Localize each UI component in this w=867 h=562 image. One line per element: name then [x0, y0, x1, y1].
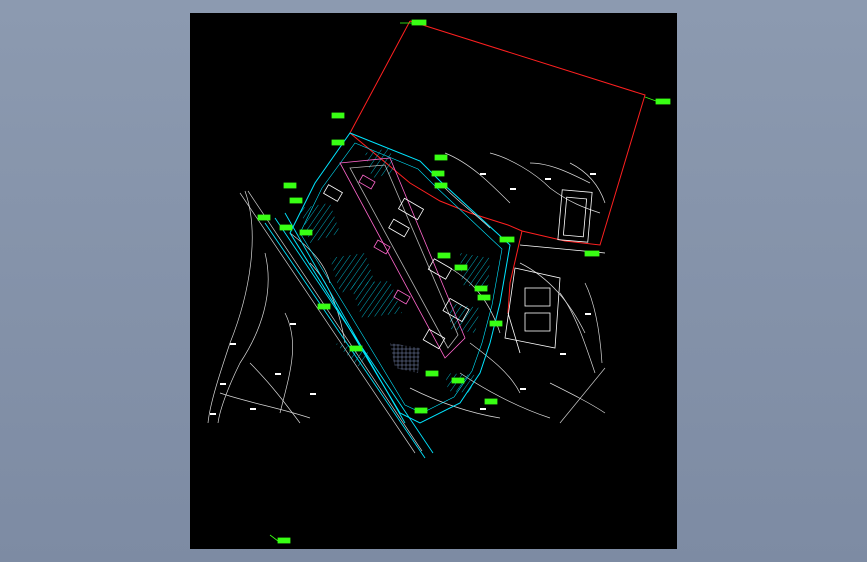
east-structures	[504, 189, 606, 354]
drawing-sheet[interactable]	[190, 13, 677, 549]
site-plan-drawing	[207, 19, 671, 544]
site-boundary-line	[349, 20, 646, 246]
elevation-ticks	[210, 173, 596, 415]
highway-lines	[264, 212, 434, 459]
cad-viewport[interactable]	[0, 0, 867, 562]
